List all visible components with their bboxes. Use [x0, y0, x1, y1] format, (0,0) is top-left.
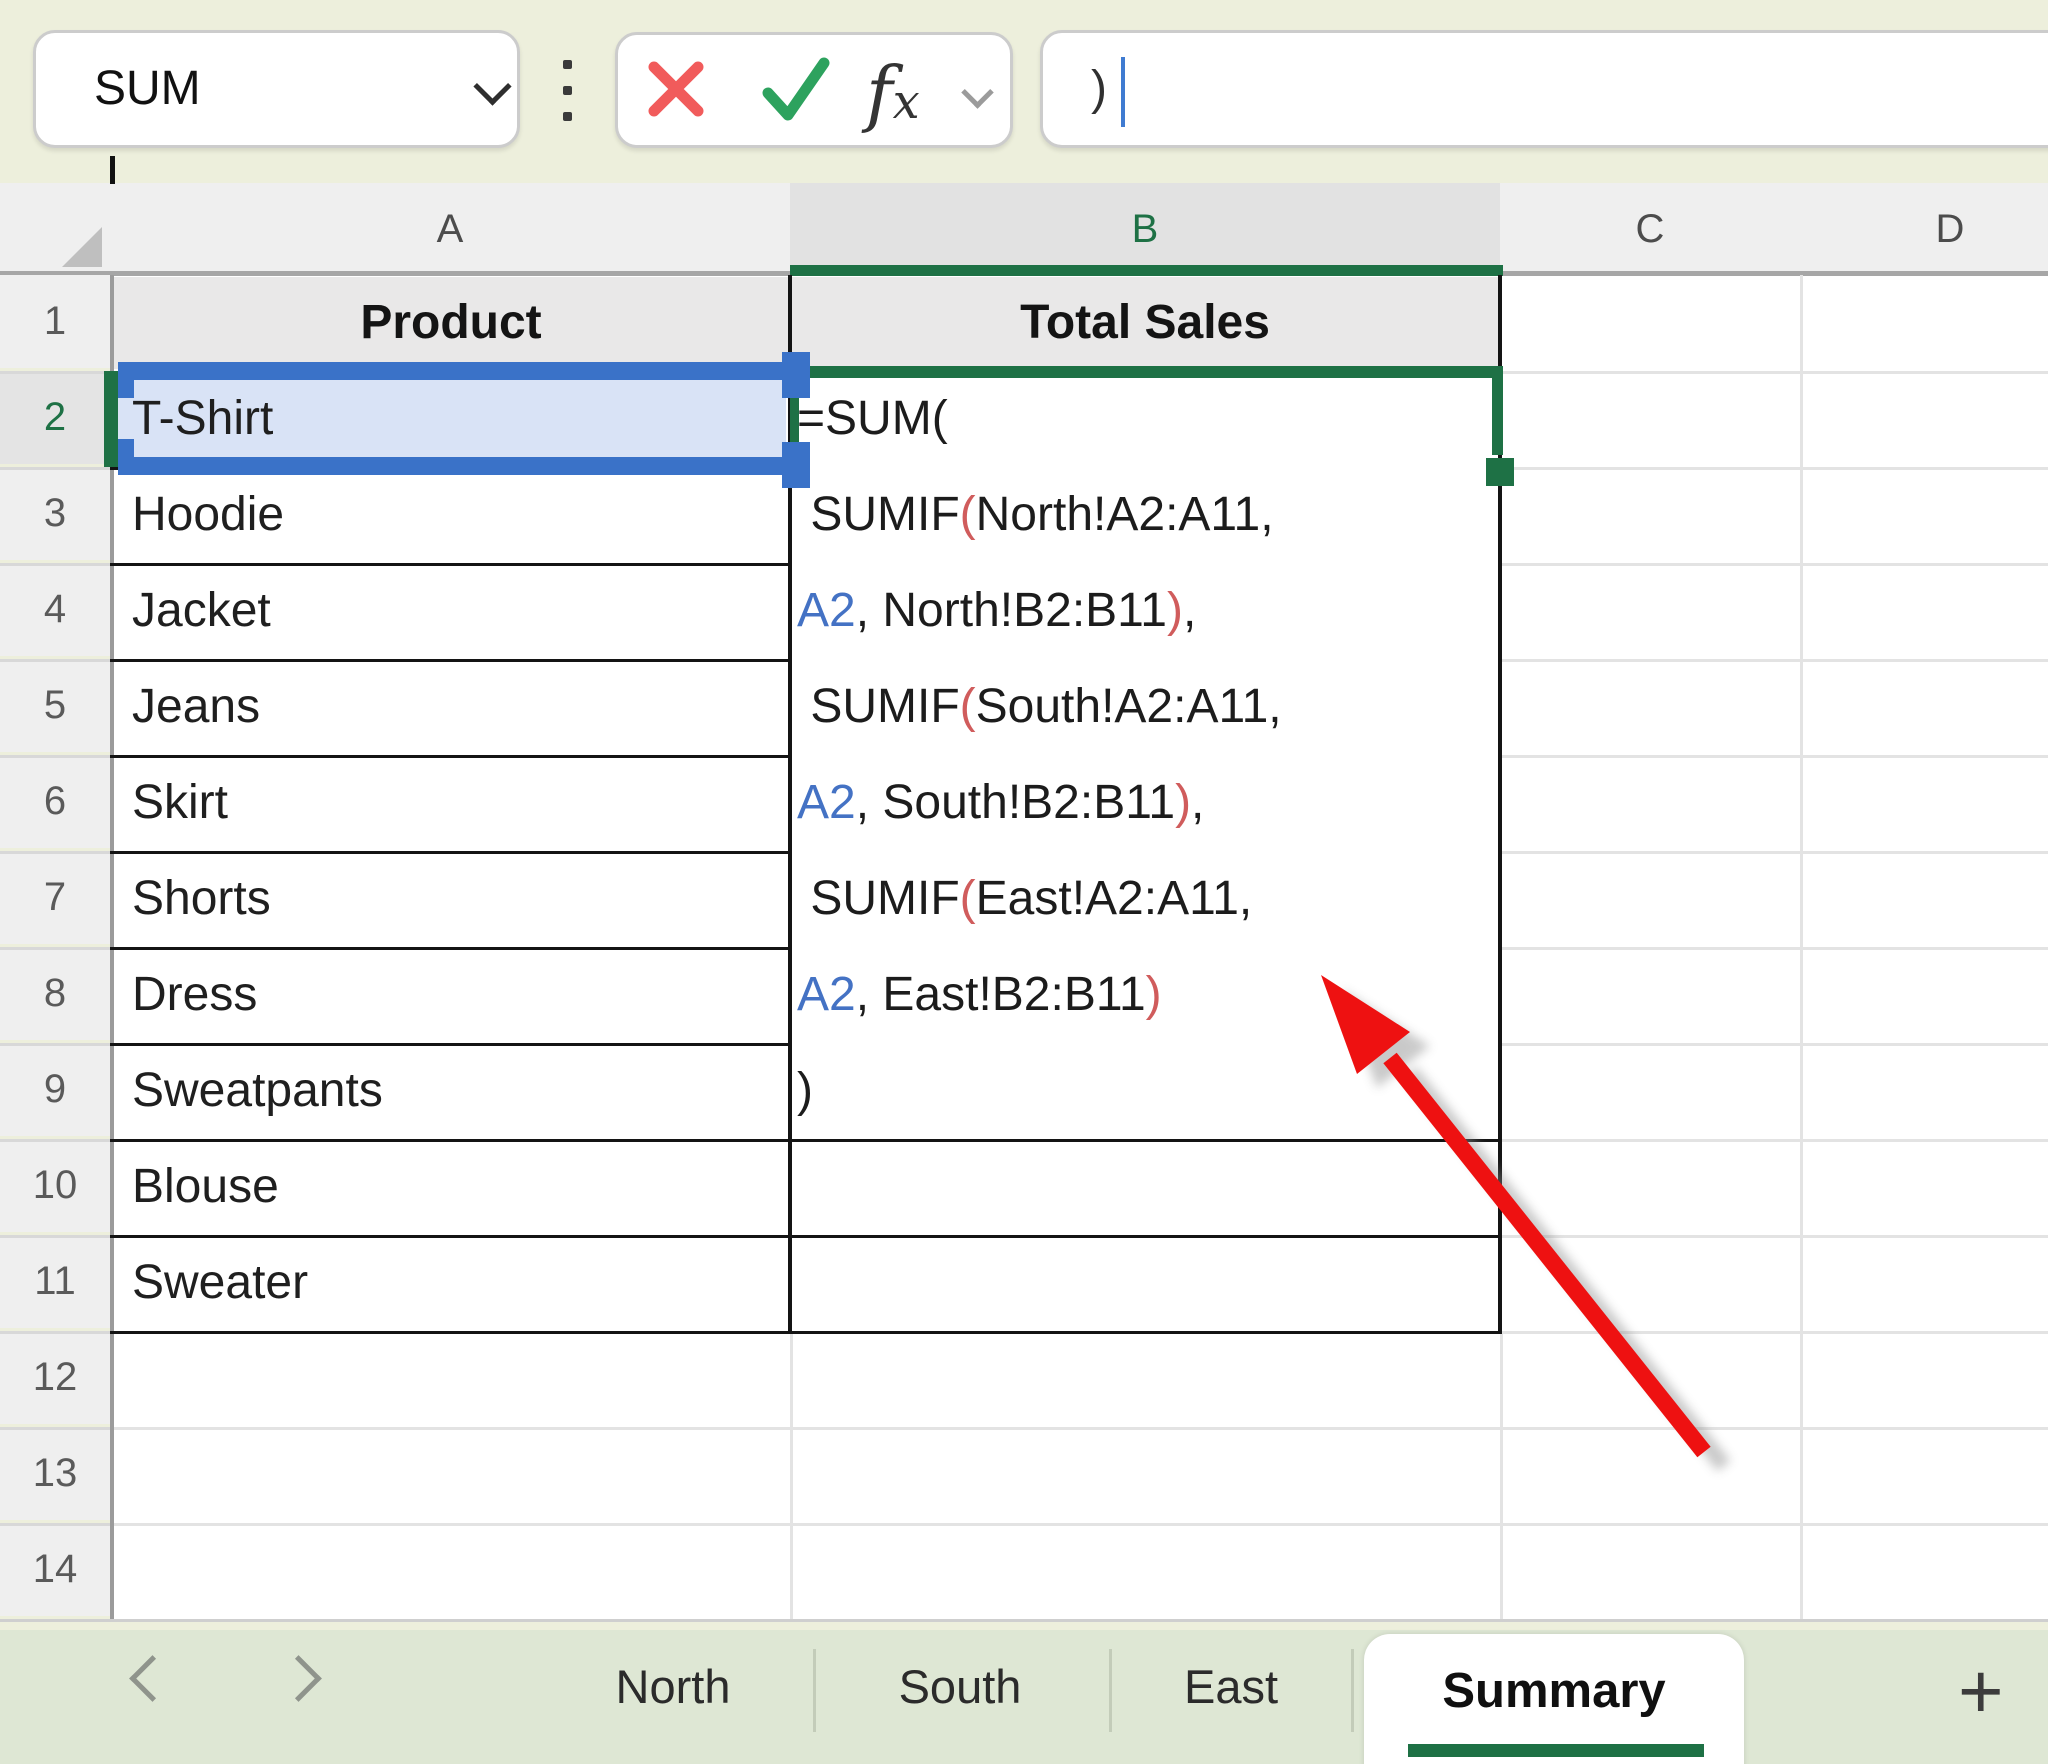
formula-line-1[interactable]: =SUM( — [797, 371, 1557, 467]
active-cell-border-right — [1492, 371, 1503, 455]
sheet-tab-north[interactable]: North — [543, 1630, 803, 1744]
row-header-4[interactable]: 4 — [0, 563, 110, 656]
sheet-tab-bar: North South East Summary + — [0, 1630, 2048, 1764]
fx-chevron-down-icon[interactable] — [961, 76, 994, 109]
insert-function-fx-icon[interactable]: fx — [866, 57, 920, 138]
tabs-scroll-right-icon[interactable] — [275, 1655, 322, 1702]
cursor-tick — [110, 156, 115, 184]
name-box-value: SUM — [94, 33, 201, 145]
tabs-scroll-left-icon[interactable] — [129, 1655, 176, 1702]
formula-actions-box: fx — [615, 32, 1013, 148]
cell-a4-value[interactable]: Jacket — [132, 563, 772, 659]
spreadsheet-app: SUM fx ) A B C D 1 2 3 4 5 6 7 — [0, 0, 2048, 1764]
row-header-8[interactable]: 8 — [0, 947, 110, 1040]
reference-handle-top-left[interactable] — [118, 378, 134, 398]
column-header-d[interactable]: D — [1800, 183, 2048, 275]
formula-line-5[interactable]: A2, South!B2:B11), — [797, 755, 1557, 851]
formula-input-value: ) — [1091, 33, 1107, 145]
total-sales-column-header: Total Sales — [792, 277, 1498, 369]
row-header-12[interactable]: 12 — [0, 1331, 110, 1424]
row-header-9[interactable]: 9 — [0, 1043, 110, 1136]
formula-line-4[interactable]: SUMIF(South!A2:A11, — [797, 659, 1557, 755]
row-header-6[interactable]: 6 — [0, 755, 110, 848]
formula-line-6[interactable]: SUMIF(East!A2:A11, — [797, 851, 1557, 947]
cell-a6-value[interactable]: Skirt — [132, 755, 772, 851]
name-box[interactable]: SUM — [33, 30, 520, 148]
cell-a2-value[interactable]: T-Shirt — [132, 371, 772, 467]
row-header-13[interactable]: 13 — [0, 1427, 110, 1520]
fill-handle[interactable] — [1486, 458, 1514, 486]
product-column-header: Product — [114, 277, 788, 369]
column-header-a[interactable]: A — [110, 183, 790, 275]
text-cursor — [1121, 57, 1125, 127]
sheet-tab-south[interactable]: South — [830, 1630, 1090, 1744]
row-header-11[interactable]: 11 — [0, 1235, 110, 1328]
row-header-14[interactable]: 14 — [0, 1523, 110, 1616]
formula-input[interactable]: ) — [1040, 30, 2048, 148]
reference-border-top — [118, 362, 792, 380]
formula-line-7[interactable]: A2, East!B2:B11) — [797, 947, 1557, 1043]
cell-a5-value[interactable]: Jeans — [132, 659, 772, 755]
reference-handle-bottom-right[interactable] — [782, 442, 810, 488]
cell-a8-value[interactable]: Dress — [132, 947, 772, 1043]
row-header-2[interactable]: 2 — [0, 371, 110, 464]
column-header-b[interactable]: B — [790, 183, 1500, 275]
row-header-10[interactable]: 10 — [0, 1139, 110, 1232]
active-row-accent — [104, 371, 118, 467]
row-header-5[interactable]: 5 — [0, 659, 110, 752]
select-all-triangle-icon — [62, 227, 102, 267]
confirm-check-icon[interactable] — [756, 51, 836, 129]
cell-a7-value[interactable]: Shorts — [132, 851, 772, 947]
name-box-chevron-down-icon[interactable] — [473, 67, 511, 105]
active-column-underline — [790, 265, 1503, 276]
cell-a10-value[interactable]: Blouse — [132, 1139, 772, 1235]
add-sheet-button[interactable]: + — [1958, 1634, 2004, 1748]
row-header-7[interactable]: 7 — [0, 851, 110, 944]
cell-a9-value[interactable]: Sweatpants — [132, 1043, 772, 1139]
formula-line-8[interactable]: ) — [797, 1043, 1557, 1139]
sheet-tab-east[interactable]: East — [1106, 1630, 1356, 1744]
reference-handle-bottom-left[interactable] — [118, 439, 134, 459]
active-cell-border-top — [790, 366, 1503, 378]
formula-line-2[interactable]: SUMIF(North!A2:A11, — [797, 467, 1557, 563]
row-header-3[interactable]: 3 — [0, 467, 110, 560]
column-header-c[interactable]: C — [1500, 183, 1800, 275]
reference-border-bottom — [118, 457, 792, 475]
reference-handle-top-right[interactable] — [782, 352, 810, 398]
select-all-corner[interactable] — [0, 183, 110, 275]
cell-a11-value[interactable]: Sweater — [132, 1235, 772, 1331]
row-header-1[interactable]: 1 — [0, 275, 110, 368]
active-tab-underline — [1408, 1744, 1704, 1757]
cancel-x-icon[interactable] — [640, 53, 712, 125]
cell-a3-value[interactable]: Hoodie — [132, 467, 772, 563]
formula-line-3[interactable]: A2, North!B2:B11), — [797, 563, 1557, 659]
sheet-tab-summary-active[interactable]: Summary — [1364, 1634, 1744, 1764]
